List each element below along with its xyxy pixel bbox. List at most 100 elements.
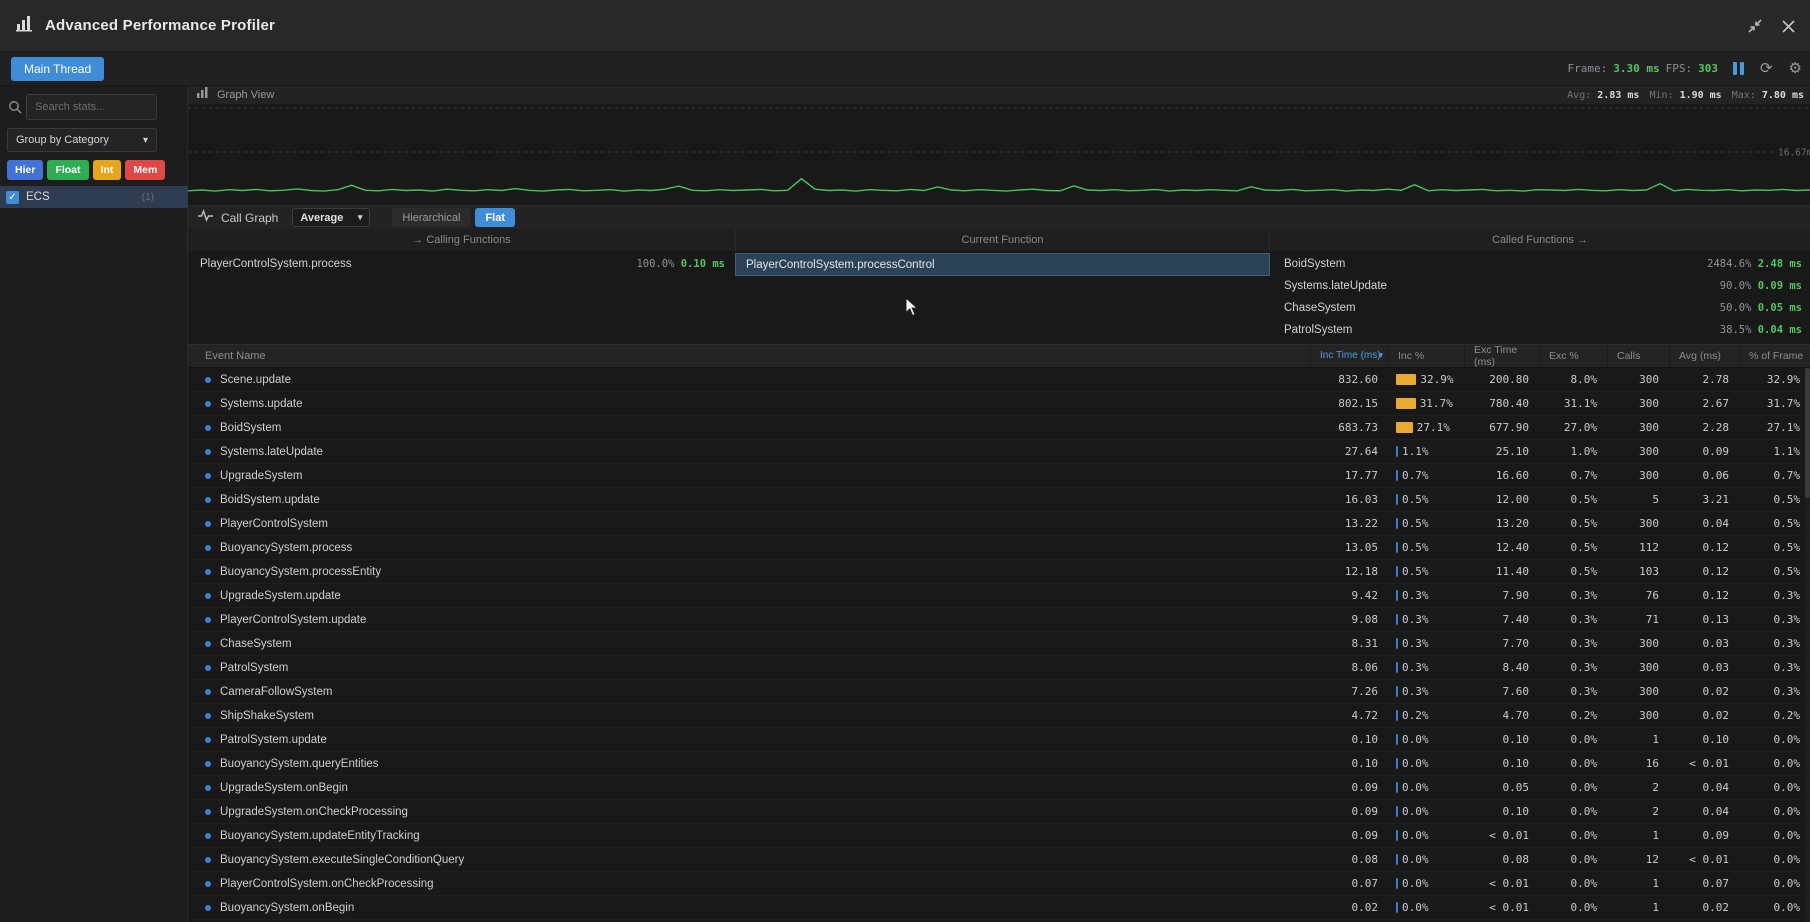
column-header-event-name[interactable]: Event Name [188, 345, 1310, 367]
pause-icon[interactable] [1733, 62, 1744, 75]
table-row[interactable]: PatrolSystem.update 0.10 0.0% 0.10 0.0% … [188, 728, 1810, 752]
current-function-header: Current Function [735, 229, 1270, 251]
refresh-icon[interactable]: ⟳ [1760, 61, 1773, 76]
inc-pct-bar [1396, 542, 1398, 553]
table-row[interactable]: UpgradeSystem.onBegin 0.09 0.0% 0.05 0.0… [188, 776, 1810, 800]
fps-value: 303 [1698, 62, 1718, 75]
inc-pct-bar [1396, 902, 1398, 913]
table-header-row: Event Name Inc Time (ms)▾ Inc % Exc Time… [188, 344, 1810, 368]
inc-pct-bar [1396, 470, 1398, 481]
table-row[interactable]: Scene.update 832.60 32.9% 200.80 8.0% 30… [188, 368, 1810, 392]
table-row[interactable]: PlayerControlSystem.onCheckProcessing 0.… [188, 872, 1810, 896]
called-functions-list: BoidSystem 2484.6% 2.48 ms Systems.lateU… [1270, 253, 1810, 341]
event-dot-icon [205, 665, 211, 671]
column-header-calls[interactable]: Calls [1607, 345, 1669, 367]
event-dot-icon [205, 641, 211, 647]
close-icon[interactable] [1781, 19, 1796, 34]
called-function-row[interactable]: BoidSystem 2484.6% 2.48 ms [1270, 253, 1810, 275]
checkbox-checked-icon[interactable]: ✓ [6, 191, 19, 204]
filter-chips: HierFloatIntMem [7, 160, 165, 180]
table-row[interactable]: BuoyancySystem.updateEntityTracking 0.09… [188, 824, 1810, 848]
inc-pct-bar [1396, 494, 1398, 505]
inc-pct-bar [1396, 374, 1416, 385]
table-row[interactable]: ShipShakeSystem 4.72 0.2% 4.70 0.2% 300 … [188, 704, 1810, 728]
table-row[interactable]: BuoyancySystem.onBegin 0.02 0.0% < 0.01 … [188, 896, 1810, 920]
table-row[interactable]: PlayerControlSystem 13.22 0.5% 13.20 0.5… [188, 512, 1810, 536]
called-function-name: ChaseSystem [1284, 302, 1356, 314]
event-dot-icon [205, 809, 211, 815]
table-row[interactable]: PlayerControlSystem.update 9.08 0.3% 7.4… [188, 608, 1810, 632]
calling-function-row[interactable]: PlayerControlSystem.process 100.0% 0.10 … [188, 253, 735, 275]
search-input[interactable] [26, 94, 157, 120]
event-dot-icon [205, 857, 211, 863]
inc-pct-bar [1396, 638, 1398, 649]
column-header-inc-pct[interactable]: Inc % [1388, 345, 1464, 367]
table-row[interactable]: ChaseSystem 8.31 0.3% 7.70 0.3% 300 0.03… [188, 632, 1810, 656]
inc-pct-bar [1396, 590, 1398, 601]
sidebar-item-ecs[interactable]: ✓ ECS (1) [0, 186, 188, 208]
gear-icon[interactable]: ⚙ [1789, 61, 1802, 76]
table-row[interactable]: BuoyancySystem.queryEntities 0.10 0.0% 0… [188, 752, 1810, 776]
collapse-icon[interactable] [1747, 18, 1763, 34]
event-dot-icon [205, 785, 211, 791]
inc-pct-bar [1396, 758, 1398, 769]
called-function-row[interactable]: Systems.lateUpdate 90.0% 0.09 ms [1270, 275, 1810, 297]
inc-pct-bar [1396, 830, 1398, 841]
called-functions-header: Called Functions → [1270, 229, 1810, 251]
table-row[interactable]: BuoyancySystem.process 13.05 0.5% 12.40 … [188, 536, 1810, 560]
inc-pct-bar [1396, 782, 1398, 793]
current-function-name: PlayerControlSystem.processControl [746, 259, 935, 271]
table-row[interactable]: BuoyancySystem.processEntity 12.18 0.5% … [188, 560, 1810, 584]
chevron-down-icon: ▾ [358, 212, 363, 223]
inc-pct-bar [1396, 446, 1398, 457]
flat-button[interactable]: Flat [475, 208, 515, 227]
inc-pct-bar [1396, 398, 1416, 409]
table-scrollbar[interactable] [1805, 368, 1810, 922]
call-graph-toolbar: Call Graph Average ▾ Hierarchical Flat [188, 205, 1810, 229]
hierarchical-button[interactable]: Hierarchical [392, 208, 470, 227]
inc-pct-bar [1396, 614, 1398, 625]
column-header-avg[interactable]: Avg (ms) [1669, 345, 1739, 367]
called-function-name: PatrolSystem [1284, 324, 1352, 336]
group-by-dropdown[interactable]: Group by Category ▾ [7, 128, 157, 152]
table-row[interactable]: Systems.lateUpdate 27.64 1.1% 25.10 1.0%… [188, 440, 1810, 464]
table-row[interactable]: UpgradeSystem.update 9.42 0.3% 7.90 0.3%… [188, 584, 1810, 608]
table-row[interactable]: Systems.update 802.15 31.7% 780.40 31.1%… [188, 392, 1810, 416]
column-header-inc-time[interactable]: Inc Time (ms)▾ [1310, 345, 1388, 367]
event-dot-icon [205, 689, 211, 695]
event-dot-icon [205, 425, 211, 431]
event-dot-icon [205, 449, 211, 455]
table-row[interactable]: UpgradeSystem 17.77 0.7% 16.60 0.7% 300 … [188, 464, 1810, 488]
aggregation-dropdown[interactable]: Average ▾ [292, 208, 370, 227]
event-dot-icon [205, 833, 211, 839]
event-dot-icon [205, 545, 211, 551]
current-function-row[interactable]: PlayerControlSystem.processControl [735, 253, 1270, 276]
filter-chip-int[interactable]: Int [93, 160, 122, 180]
main-thread-button[interactable]: Main Thread [11, 57, 104, 81]
table-row[interactable]: UpgradeSystem.onCheckProcessing 0.09 0.0… [188, 800, 1810, 824]
event-dot-icon [205, 737, 211, 743]
event-dot-icon [205, 569, 211, 575]
call-graph-title: Call Graph [221, 211, 278, 225]
calling-function-name: PlayerControlSystem.process [200, 258, 351, 270]
table-row[interactable]: BoidSystem.update 16.03 0.5% 12.00 0.5% … [188, 488, 1810, 512]
table-row[interactable]: BuoyancySystem.executeSingleConditionQue… [188, 848, 1810, 872]
called-function-row[interactable]: PatrolSystem 38.5% 0.04 ms [1270, 319, 1810, 341]
inc-pct-bar [1396, 566, 1398, 577]
column-header-exc-pct[interactable]: Exc % [1539, 345, 1607, 367]
called-function-name: BoidSystem [1284, 258, 1345, 270]
gridline-label: 16.67ms [1778, 148, 1810, 159]
filter-chip-hier[interactable]: Hier [7, 160, 43, 180]
table-row[interactable]: CameraFollowSystem 7.26 0.3% 7.60 0.3% 3… [188, 680, 1810, 704]
aggregation-value: Average [300, 212, 343, 224]
table-body: Scene.update 832.60 32.9% 200.80 8.0% 30… [188, 368, 1810, 922]
frame-time-graph[interactable]: 16.67ms [188, 104, 1810, 205]
table-row[interactable]: PatrolSystem 8.06 0.3% 8.40 0.3% 300 0.0… [188, 656, 1810, 680]
column-header-frame-pct[interactable]: % of Frame [1739, 345, 1810, 367]
called-function-row[interactable]: ChaseSystem 50.0% 0.05 ms [1270, 297, 1810, 319]
filter-chip-float[interactable]: Float [47, 160, 88, 180]
filter-chip-mem[interactable]: Mem [125, 160, 165, 180]
inc-pct-bar [1396, 686, 1398, 697]
table-row[interactable]: BoidSystem 683.73 27.1% 677.90 27.0% 300… [188, 416, 1810, 440]
column-header-exc-time[interactable]: Exc Time (ms) [1464, 345, 1539, 367]
